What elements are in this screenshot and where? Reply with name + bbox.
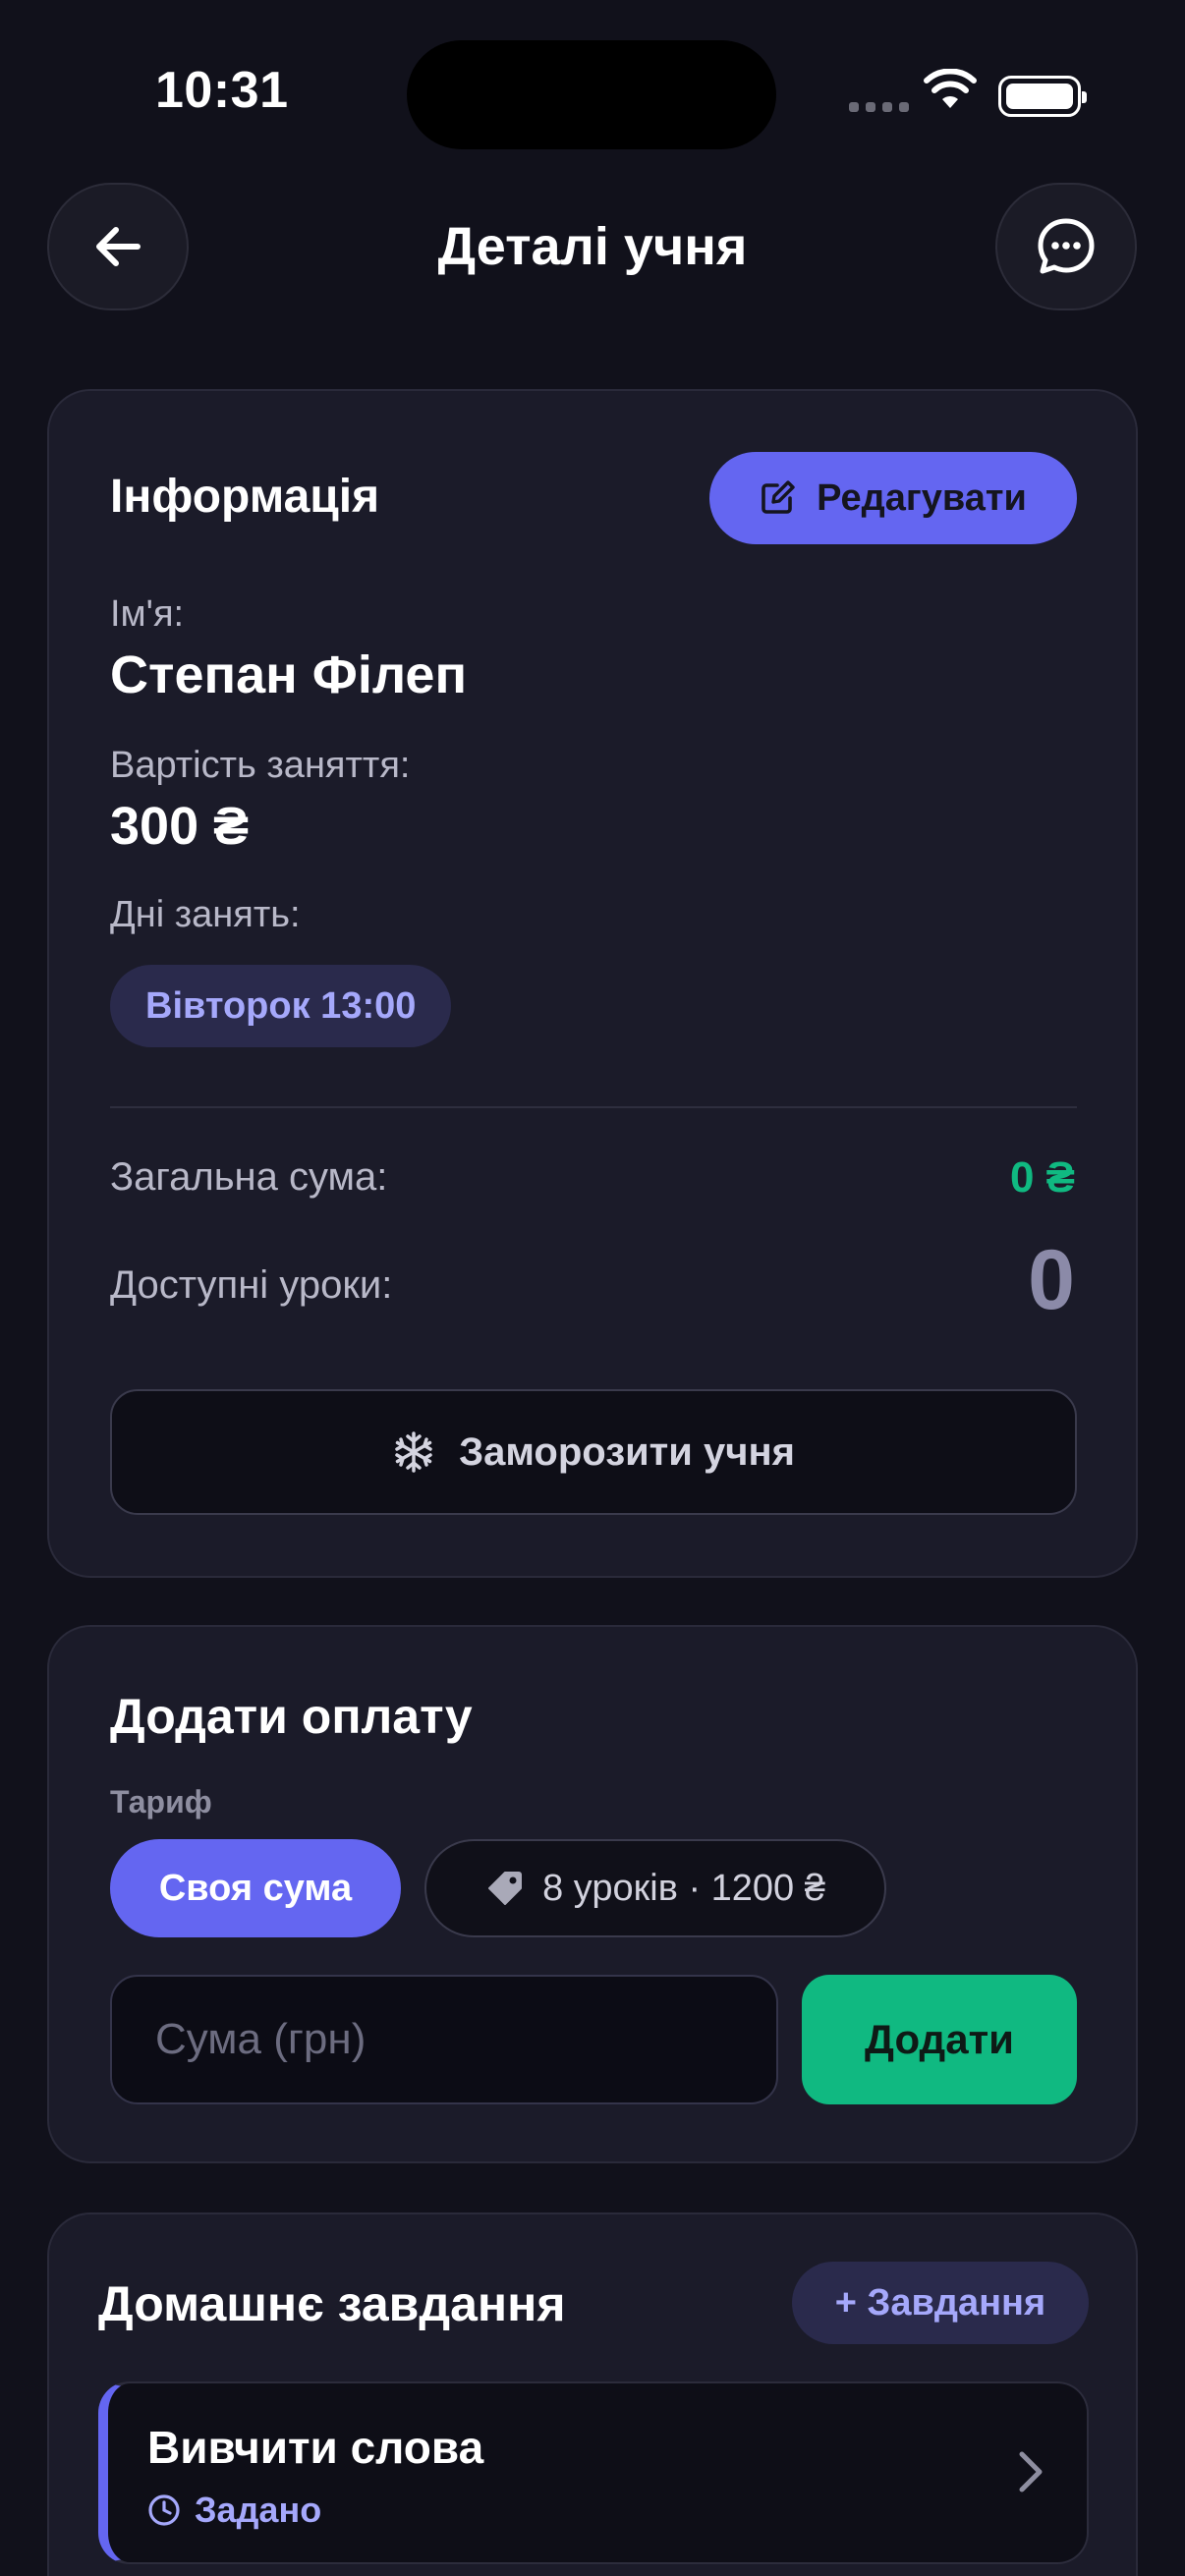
tag-icon [488, 1872, 523, 1905]
status-time: 10:31 [155, 62, 289, 119]
edit-button[interactable]: Редагувати [709, 452, 1077, 544]
available-lessons: 0 [1028, 1233, 1075, 1327]
amount-input[interactable] [110, 1975, 778, 2104]
homework-card: Домашнє завдання + Завдання Вивчити слов… [47, 2212, 1138, 2576]
student-name: Степан Філеп [110, 645, 468, 704]
tariff-package-label: 8 уроків · 1200 ₴ [542, 1867, 825, 1909]
tariff-label: Тариф [110, 1784, 212, 1820]
homework-title: Домашнє завдання [98, 2276, 566, 2331]
price-label: Вартість заняття: [110, 745, 411, 786]
payment-card: Додати оплату Тариф Своя сума 8 уроків ·… [47, 1625, 1138, 2163]
clock-icon [148, 2494, 180, 2526]
homework-item-status: Задано [147, 2490, 321, 2531]
edit-icon [762, 480, 795, 514]
lesson-day-chip: Вівторок 13:00 [110, 965, 452, 1047]
homework-status-label: Задано [195, 2490, 322, 2530]
battery-icon [998, 76, 1087, 117]
info-title: Інформація [110, 471, 380, 523]
edit-label: Редагувати [817, 476, 1027, 519]
total-amount: 0 ₴ [1009, 1153, 1075, 1202]
lesson-price: 300 ₴ [110, 797, 250, 856]
snowflake-icon [395, 1431, 432, 1473]
days-label: Дні занять: [110, 894, 301, 935]
tariff-package-chip[interactable]: 8 уроків · 1200 ₴ [424, 1839, 886, 1937]
add-task-button[interactable]: + Завдання [792, 2262, 1089, 2344]
wifi-icon [924, 69, 977, 108]
freeze-student-button[interactable]: Заморозити учня [110, 1389, 1077, 1515]
screen: 10:31 Деталі учня Інформація Редагувати [0, 0, 1185, 2576]
divider [110, 1106, 1077, 1108]
chat-button[interactable] [995, 183, 1137, 310]
info-card: Інформація Редагувати Ім'я: Степан Філеп… [47, 389, 1138, 1578]
add-payment-button[interactable]: Додати [802, 1975, 1077, 2104]
homework-item[interactable]: Вивчити слова Задано [98, 2381, 1089, 2564]
signal-icon [849, 102, 909, 112]
freeze-label: Заморозити учня [459, 1429, 795, 1474]
homework-item-title: Вивчити слова [147, 2422, 484, 2473]
dynamic-island [407, 40, 776, 149]
chat-bubble-icon [1038, 218, 1095, 274]
name-label: Ім'я: [110, 593, 185, 635]
chevron-right-icon [1019, 2451, 1043, 2492]
tariff-custom-chip[interactable]: Своя сума [110, 1839, 401, 1937]
total-label: Загальна сума: [110, 1155, 388, 1199]
lessons-label: Доступні уроки: [110, 1263, 393, 1307]
payment-title: Додати оплату [110, 1689, 473, 1744]
